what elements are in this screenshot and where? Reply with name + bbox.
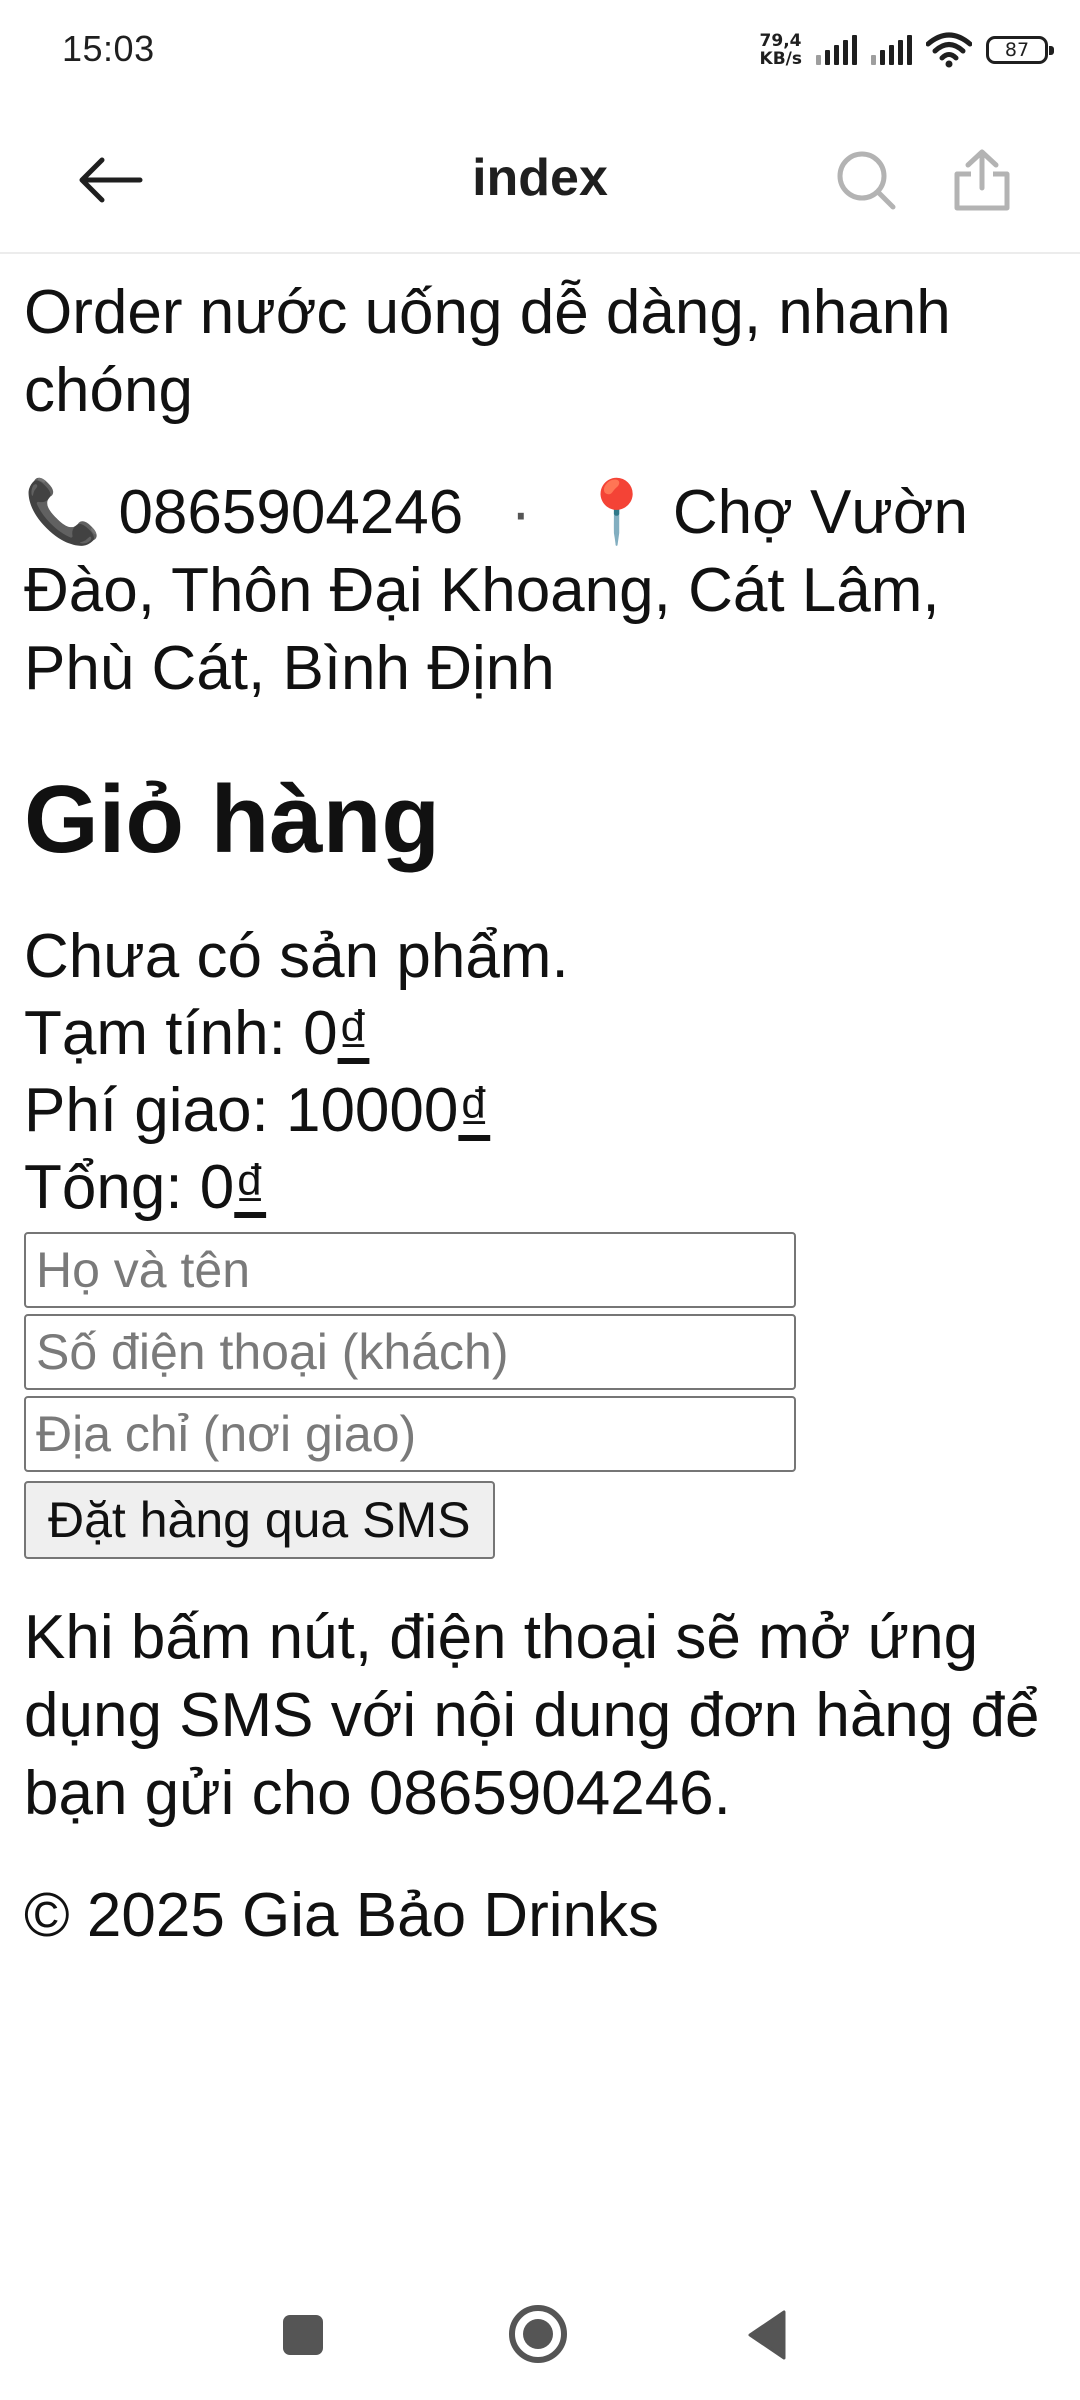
subtotal-line: Tạm tính: 0₫ (24, 995, 1064, 1072)
battery-icon: 87 (986, 36, 1054, 64)
cart-title: Giỏ hàng (24, 766, 440, 873)
page-content: Order nước uống dễ dàng, nhanh chóng 📞 0… (24, 254, 1064, 1955)
order-sms-button[interactable]: Đặt hàng qua SMS (24, 1481, 495, 1559)
home-icon[interactable] (509, 2305, 567, 2363)
location-pin-icon: 📍 (578, 478, 656, 547)
shipping-value: 10000 (285, 1076, 459, 1145)
search-button[interactable] (826, 140, 906, 220)
total-value: 0 (199, 1153, 235, 1222)
name-input[interactable] (24, 1232, 796, 1308)
back-icon[interactable] (746, 2310, 786, 2360)
sms-note: Khi bấm nút, điện thoại sẽ mở ứng dụng S… (24, 1603, 1040, 1828)
subtotal-value: 0 (303, 999, 338, 1068)
total-label: Tổng: (24, 1153, 200, 1222)
app-bar: index (0, 100, 1080, 254)
cart-empty-message: Chưa có sản phẩm. (24, 922, 569, 991)
delivery-address-input[interactable] (24, 1396, 796, 1472)
share-button[interactable] (942, 140, 1022, 220)
search-icon (837, 151, 896, 210)
contact-info: 📞 0865904246 · 📍 Chợ Vườn Đào, Thôn Đại … (24, 474, 1064, 708)
footer-copyright: © 2025 Gia Bảo Drinks (24, 1881, 659, 1950)
recents-icon[interactable] (283, 2315, 323, 2355)
separator: · (510, 478, 532, 547)
wifi-icon (926, 32, 972, 68)
customer-phone-input[interactable] (24, 1314, 796, 1390)
status-bar: 15:03 79,4 KB/s 87 (0, 0, 1080, 100)
total-line: Tổng: 0₫ (24, 1149, 1064, 1226)
network-speed-value: 79,4 (759, 31, 802, 51)
tagline: Order nước uống dễ dàng, nhanh chóng (24, 278, 951, 425)
currency-symbol: ₫ (458, 1076, 491, 1145)
battery-level: 87 (1004, 39, 1030, 61)
phone-icon: 📞 (24, 478, 102, 547)
page-title: index (472, 149, 608, 207)
system-nav-bar (0, 2270, 1080, 2400)
status-icons: 79,4 KB/s 87 (760, 24, 1054, 76)
shipping-line: Phí giao: 10000₫ (24, 1072, 1064, 1149)
signal-icon (816, 35, 857, 65)
phone-number: 0865904246 (118, 478, 464, 547)
subtotal-label: Tạm tính: (24, 999, 304, 1068)
status-time: 15:03 (62, 28, 155, 69)
order-form: Đặt hàng qua SMS (24, 1232, 796, 1559)
currency-symbol: ₫ (337, 999, 370, 1068)
share-icon (954, 149, 1010, 211)
currency-symbol: ₫ (234, 1153, 267, 1222)
shipping-label: Phí giao: (24, 1076, 286, 1145)
cart-summary: Chưa có sản phẩm. Tạm tính: 0₫ Phí giao:… (24, 918, 1064, 1226)
network-speed: 79,4 KB/s (760, 32, 802, 68)
network-speed-unit: KB/s (759, 49, 802, 69)
signal-icon (871, 35, 912, 65)
